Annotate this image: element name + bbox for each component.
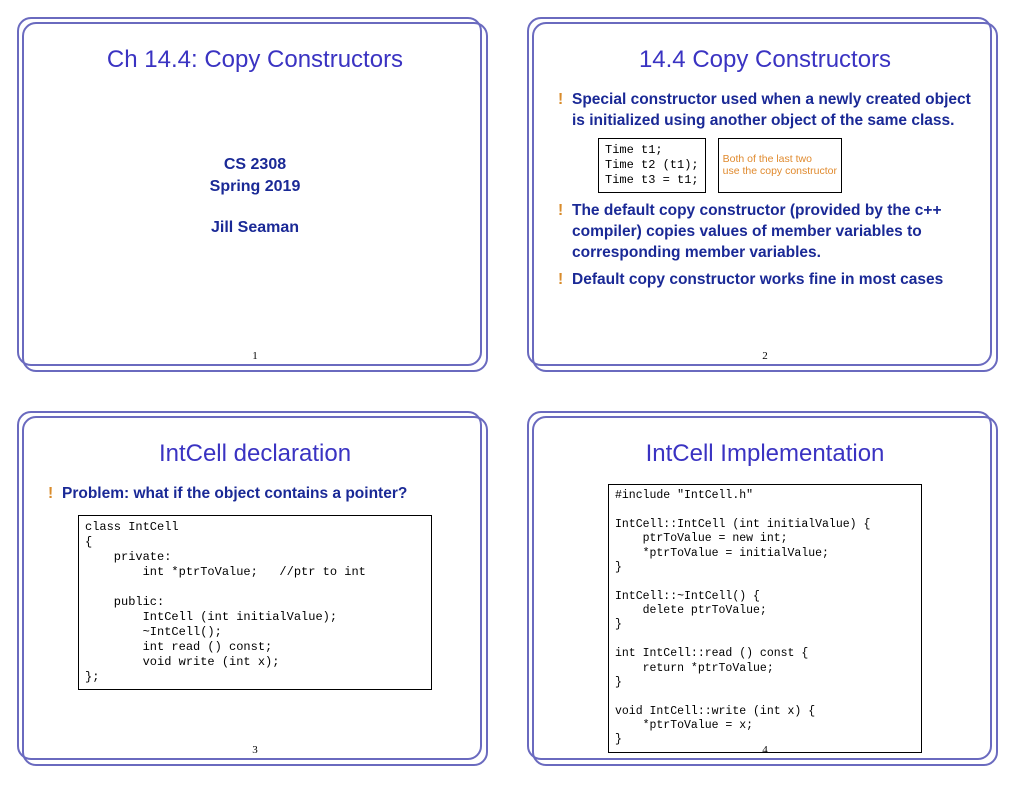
- page-number: 2: [762, 350, 768, 362]
- slide-frame: Ch 14.4: Copy Constructors CS 2308 Sprin…: [22, 22, 488, 372]
- bullet-2: The default copy constructor (provided b…: [558, 201, 972, 264]
- code-snippet: Time t1; Time t2 (t1); Time t3 = t1;: [598, 138, 706, 193]
- annotation-line: Both of the last two: [723, 153, 837, 166]
- text: using another object of the: [660, 112, 868, 129]
- text: The: [572, 202, 604, 219]
- code-block: class IntCell { private: int *ptrToValue…: [78, 515, 432, 690]
- slide-2: 14.4 Copy Constructors Special construct…: [510, 0, 1020, 394]
- author-name: Jill Seaman: [48, 217, 462, 239]
- slide-4: IntCell Implementation #include "IntCell…: [510, 394, 1020, 788]
- slide-title: 14.4 Copy Constructors: [558, 46, 972, 74]
- course-term: Spring 2019: [48, 176, 462, 198]
- slide-title: IntCell Implementation: [558, 440, 972, 468]
- annotation: Both of the last two use the copy constr…: [718, 138, 842, 193]
- course-code: CS 2308: [48, 154, 462, 176]
- bullet-3: Default copy constructor works fine in m…: [558, 270, 972, 291]
- bullet-1: Special constructor used when a newly cr…: [558, 90, 972, 132]
- page-number: 3: [252, 744, 258, 756]
- bullet-1: Problem: what if the object contains a p…: [48, 484, 462, 505]
- text-bold: same class: [867, 112, 950, 129]
- text: .: [950, 112, 954, 129]
- slide-1: Ch 14.4: Copy Constructors CS 2308 Sprin…: [0, 0, 510, 394]
- slide-frame: IntCell Implementation #include "IntCell…: [532, 416, 998, 766]
- course-info: CS 2308 Spring 2019 Jill Seaman: [48, 154, 462, 239]
- text-bold: default copy constructor: [604, 202, 786, 219]
- code-block: #include "IntCell.h" IntCell::IntCell (i…: [608, 484, 922, 753]
- slide-3: IntCell declaration Problem: what if the…: [0, 394, 510, 788]
- slide-frame: IntCell declaration Problem: what if the…: [22, 416, 488, 766]
- page-number: 1: [252, 350, 258, 362]
- page-number: 4: [762, 744, 768, 756]
- annotation-line: use the copy constructor: [723, 165, 837, 178]
- slide-title: IntCell declaration: [48, 440, 462, 468]
- text-bold: initialized: [589, 112, 660, 129]
- slide-title: Ch 14.4: Copy Constructors: [48, 46, 462, 74]
- slide-frame: 14.4 Copy Constructors Special construct…: [532, 22, 998, 372]
- code-row: Time t1; Time t2 (t1); Time t3 = t1; Bot…: [598, 138, 972, 193]
